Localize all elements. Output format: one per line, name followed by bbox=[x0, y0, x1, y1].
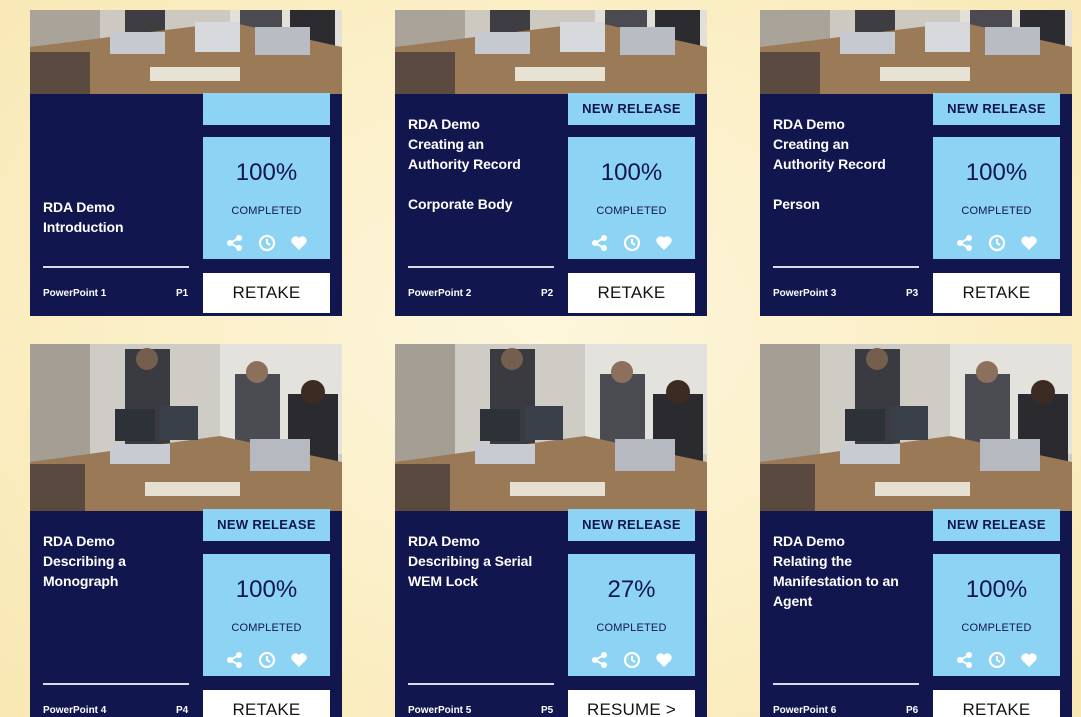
progress-panel: 100% COMPLETED bbox=[203, 137, 330, 259]
card-actions bbox=[568, 234, 695, 252]
new-release-badge: NEW RELEASE bbox=[568, 509, 695, 541]
course-card-3[interactable]: RDA Demo Creating an Authority Record Pe… bbox=[760, 10, 1072, 316]
new-release-badge bbox=[203, 93, 330, 125]
footer-code: P5 bbox=[541, 705, 554, 716]
share-icon[interactable] bbox=[591, 651, 609, 669]
new-release-badge: NEW RELEASE bbox=[933, 93, 1060, 125]
share-icon[interactable] bbox=[591, 234, 609, 252]
heart-icon[interactable] bbox=[290, 234, 308, 252]
progress-panel: 27% COMPLETED bbox=[568, 554, 695, 676]
clock-icon[interactable] bbox=[258, 651, 276, 669]
course-card-5[interactable]: RDA Demo Describing a Serial WEM Lock NE… bbox=[395, 344, 707, 717]
footer-divider bbox=[43, 266, 189, 268]
course-title: RDA Demo Introduction bbox=[43, 199, 124, 235]
card-actions bbox=[933, 651, 1060, 669]
footer-divider bbox=[43, 683, 189, 685]
progress-panel: 100% COMPLETED bbox=[933, 137, 1060, 259]
retake-button[interactable]: RETAKE bbox=[203, 273, 330, 313]
course-thumbnail bbox=[395, 10, 707, 94]
share-icon[interactable] bbox=[956, 651, 974, 669]
course-thumbnail bbox=[30, 344, 342, 511]
course-card-4[interactable]: RDA Demo Describing a Monograph NEW RELE… bbox=[30, 344, 342, 717]
card-actions bbox=[203, 651, 330, 669]
card-actions bbox=[933, 234, 1060, 252]
course-card-2[interactable]: RDA Demo Creating an Authority Record Co… bbox=[395, 10, 707, 316]
footer-code: P2 bbox=[541, 288, 554, 299]
heart-icon[interactable] bbox=[1020, 651, 1038, 669]
resume-button[interactable]: RESUME > bbox=[568, 690, 695, 717]
course-card-6[interactable]: RDA Demo Relating the Manifestation to a… bbox=[760, 344, 1072, 717]
clock-icon[interactable] bbox=[258, 234, 276, 252]
retake-button[interactable]: RETAKE bbox=[203, 690, 330, 717]
footer-divider bbox=[773, 266, 919, 268]
progress-status: COMPLETED bbox=[596, 205, 667, 217]
clock-icon[interactable] bbox=[623, 234, 641, 252]
course-title: RDA Demo Creating an Authority Record Co… bbox=[408, 116, 521, 212]
card-actions bbox=[203, 234, 330, 252]
footer-code: P1 bbox=[176, 288, 189, 299]
progress-status: COMPLETED bbox=[961, 622, 1032, 634]
heart-icon[interactable] bbox=[655, 651, 673, 669]
footer-name: PowerPoint 3 bbox=[773, 288, 837, 299]
progress-panel: 100% COMPLETED bbox=[568, 137, 695, 259]
footer-code: P3 bbox=[906, 288, 919, 299]
footer-divider bbox=[773, 683, 919, 685]
share-icon[interactable] bbox=[956, 234, 974, 252]
course-thumbnail bbox=[395, 344, 707, 511]
progress-percent: 100% bbox=[600, 159, 663, 186]
course-thumbnail bbox=[30, 10, 342, 94]
footer-name: PowerPoint 2 bbox=[408, 288, 472, 299]
course-title: RDA Demo Relating the Manifestation to a… bbox=[773, 533, 899, 609]
course-title: RDA Demo Describing a Serial WEM Lock bbox=[408, 533, 533, 589]
progress-status: COMPLETED bbox=[231, 205, 302, 217]
clock-icon[interactable] bbox=[988, 234, 1006, 252]
progress-status: COMPLETED bbox=[961, 205, 1032, 217]
course-card-1[interactable]: RDA Demo Introduction 100% COMPLETED Pow… bbox=[30, 10, 342, 316]
new-release-badge: NEW RELEASE bbox=[568, 93, 695, 125]
retake-button[interactable]: RETAKE bbox=[933, 690, 1060, 717]
footer-divider bbox=[408, 683, 554, 685]
new-release-badge: NEW RELEASE bbox=[203, 509, 330, 541]
heart-icon[interactable] bbox=[1020, 234, 1038, 252]
clock-icon[interactable] bbox=[623, 651, 641, 669]
progress-percent: 27% bbox=[607, 576, 656, 603]
new-release-badge: NEW RELEASE bbox=[933, 509, 1060, 541]
footer-name: PowerPoint 6 bbox=[773, 705, 837, 716]
heart-icon[interactable] bbox=[655, 234, 673, 252]
course-title: RDA Demo Describing a Monograph bbox=[43, 533, 126, 589]
retake-button[interactable]: RETAKE bbox=[568, 273, 695, 313]
progress-percent: 100% bbox=[235, 576, 298, 603]
progress-percent: 100% bbox=[965, 159, 1028, 186]
clock-icon[interactable] bbox=[988, 651, 1006, 669]
footer-code: P6 bbox=[906, 705, 919, 716]
share-icon[interactable] bbox=[226, 234, 244, 252]
progress-status: COMPLETED bbox=[596, 622, 667, 634]
footer-name: PowerPoint 4 bbox=[43, 705, 107, 716]
footer-name: PowerPoint 1 bbox=[43, 288, 107, 299]
course-title: RDA Demo Creating an Authority Record Pe… bbox=[773, 116, 886, 212]
course-thumbnail bbox=[760, 10, 1072, 94]
footer-code: P4 bbox=[176, 705, 189, 716]
course-thumbnail bbox=[760, 344, 1072, 511]
progress-percent: 100% bbox=[965, 576, 1028, 603]
footer-divider bbox=[408, 266, 554, 268]
share-icon[interactable] bbox=[226, 651, 244, 669]
retake-button[interactable]: RETAKE bbox=[933, 273, 1060, 313]
heart-icon[interactable] bbox=[290, 651, 308, 669]
footer-name: PowerPoint 5 bbox=[408, 705, 472, 716]
progress-percent: 100% bbox=[235, 159, 298, 186]
progress-status: COMPLETED bbox=[231, 622, 302, 634]
progress-panel: 100% COMPLETED bbox=[203, 554, 330, 676]
progress-panel: 100% COMPLETED bbox=[933, 554, 1060, 676]
card-actions bbox=[568, 651, 695, 669]
